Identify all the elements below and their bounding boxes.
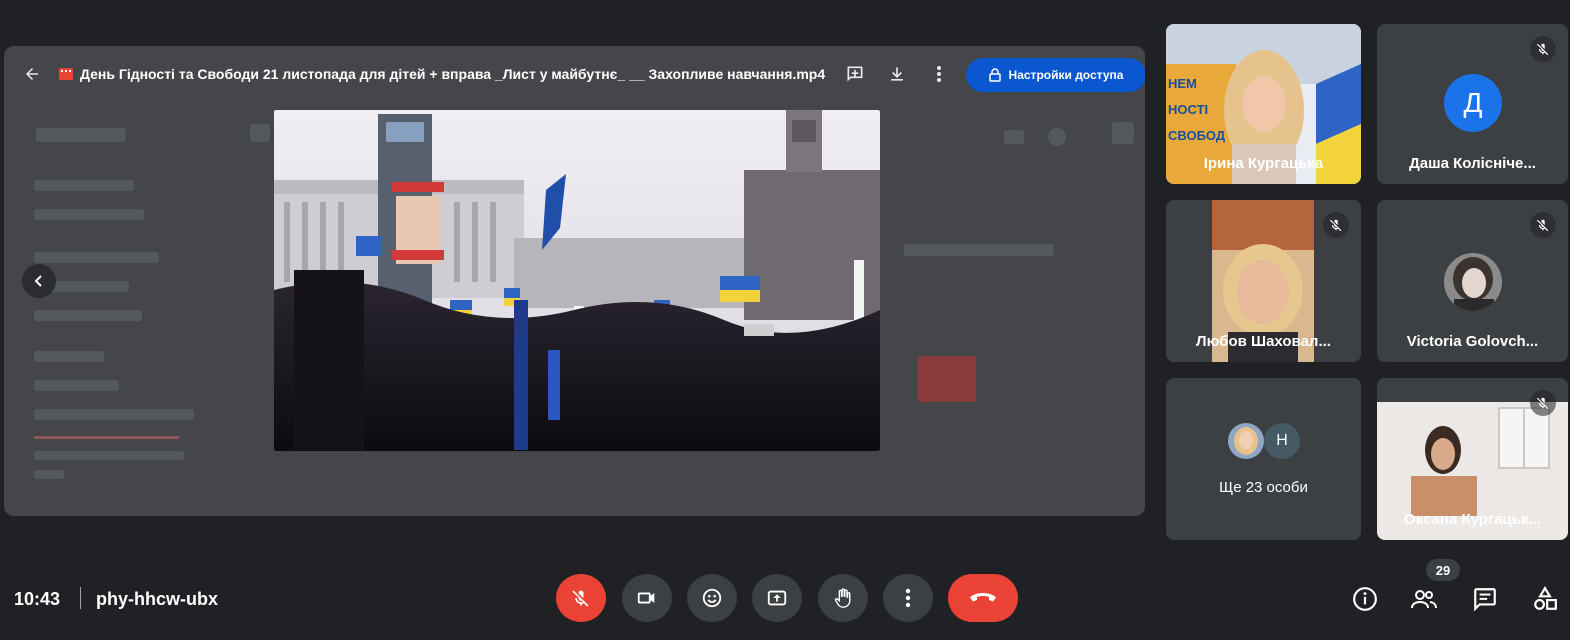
drive-sidebar-item (34, 310, 142, 321)
avatar (1228, 423, 1264, 459)
meeting-code: phy-hhcw-ubx (96, 589, 218, 609)
present-screen-button[interactable] (752, 574, 802, 622)
share-button-label: Настройки доступа (1008, 68, 1124, 82)
storage-text (34, 451, 184, 460)
participant-name: Любов Шаховал... (1196, 333, 1331, 350)
more-participants-label: Ще 23 особи (1219, 479, 1308, 496)
svg-text:НЕМ: НЕМ (1168, 76, 1197, 91)
chat-button[interactable] (1470, 584, 1500, 614)
emoji-icon (702, 588, 722, 608)
video-player[interactable] (274, 110, 880, 451)
meeting-info-button[interactable] (1350, 584, 1380, 614)
drive-side-panel (1112, 122, 1134, 144)
participant-tile[interactable]: Любов Шаховал... (1166, 200, 1361, 362)
raise-hand-icon (834, 588, 851, 608)
more-participants-tile[interactable]: Н Ще 23 особи (1166, 378, 1361, 540)
mic-off-icon (572, 590, 589, 607)
drive-sidebar-item (34, 409, 194, 420)
drive-sidebar-item (34, 380, 119, 391)
end-call-icon (970, 593, 996, 602)
more-options-icon (905, 588, 911, 608)
participant-name: Даша Колісніче... (1409, 155, 1536, 172)
meeting-time: 10:43 (14, 589, 61, 609)
participant-tile[interactable]: НЕМ НОСТІ СВОБОД Ірина Кургацька (1166, 24, 1361, 184)
mic-off-icon (1323, 212, 1349, 238)
share-settings-button[interactable]: Настройки доступа (966, 58, 1145, 92)
present-icon (767, 590, 787, 606)
chat-icon (1474, 588, 1496, 612)
storage-bar (34, 436, 179, 439)
drive-header-icon (1004, 130, 1024, 144)
video-thumbnail (918, 356, 976, 402)
avatar: Д (1444, 74, 1502, 132)
people-count-badge: 29 (1426, 559, 1460, 581)
drive-file-row (904, 244, 1054, 256)
lock-icon (988, 68, 1001, 82)
reactions-button[interactable] (687, 574, 737, 622)
raise-hand-button[interactable] (818, 574, 868, 622)
chevron-left-icon (34, 275, 42, 287)
people-button[interactable] (1409, 584, 1439, 614)
participant-tile[interactable]: Оксана Кургацьк... (1377, 378, 1568, 540)
end-call-button[interactable] (948, 574, 1018, 622)
participant-name: Оксана Кургацьк... (1404, 511, 1541, 528)
mic-off-icon (1530, 36, 1556, 62)
participant-tile[interactable]: Victoria Golovch... (1377, 200, 1568, 362)
back-arrow-icon[interactable] (16, 58, 48, 90)
more-vert-icon[interactable] (923, 58, 955, 90)
presentation-area: День Гідності та Свободи 21 листопада дл… (4, 46, 1145, 516)
drive-header (250, 124, 270, 142)
participant-name: Ірина Кургацька (1203, 155, 1324, 172)
video-file-icon (58, 66, 74, 82)
drive-sidebar-item (34, 252, 159, 263)
drive-header-icon (1048, 128, 1066, 146)
drive-sidebar-item (34, 351, 104, 362)
svg-text:НОСТІ: НОСТІ (1168, 102, 1208, 117)
avatar (1444, 253, 1502, 311)
camera-icon (637, 592, 655, 604)
mic-off-icon (1530, 390, 1556, 416)
drive-create-button (36, 128, 126, 142)
avatar: Н (1264, 423, 1300, 459)
microphone-toggle-button[interactable] (556, 574, 606, 622)
more-options-button[interactable] (883, 574, 933, 622)
file-title: День Гідності та Свободи 21 листопада дл… (80, 66, 826, 82)
drive-sidebar-item (34, 209, 144, 220)
download-icon[interactable] (881, 58, 913, 90)
camera-toggle-button[interactable] (622, 574, 672, 622)
mic-off-icon (1530, 212, 1556, 238)
svg-text:СВОБОД: СВОБОД (1168, 128, 1226, 143)
activities-button[interactable] (1530, 584, 1560, 614)
divider (80, 587, 81, 609)
drive-sidebar-item (34, 180, 134, 191)
info-icon (1353, 587, 1377, 611)
storage-text (34, 470, 64, 479)
participant-name: Victoria Golovch... (1406, 333, 1539, 350)
video-frame (274, 110, 880, 451)
participant-tile[interactable]: Д Даша Колісніче... (1377, 24, 1568, 184)
previous-file-button[interactable] (22, 264, 56, 298)
activities-icon (1534, 586, 1557, 610)
people-icon (1411, 590, 1437, 609)
add-comment-icon[interactable] (839, 58, 871, 90)
